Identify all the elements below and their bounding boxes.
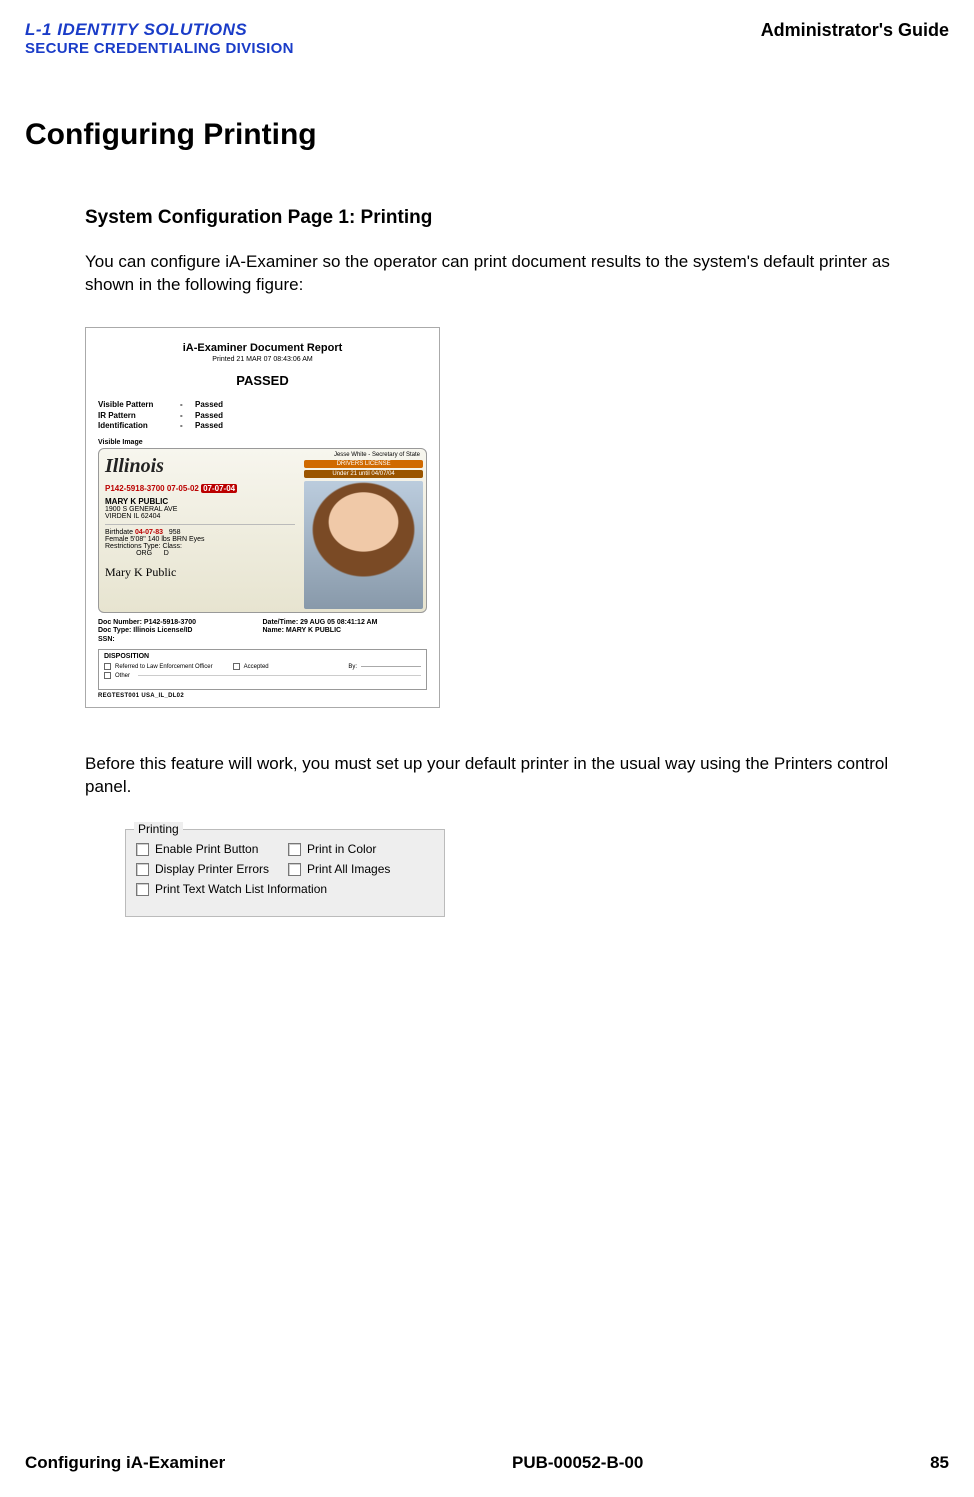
section-heading: System Configuration Page 1: Printing — [85, 207, 939, 229]
license-signature: Mary K Public — [105, 565, 295, 580]
result-label: IR Pattern — [98, 411, 180, 421]
disposition-title: DISPOSITION — [104, 653, 421, 660]
result-value: Passed — [195, 411, 223, 421]
logo-line-2: SECURE CREDENTIALING DIVISION — [25, 40, 294, 58]
result-value: Passed — [195, 400, 223, 410]
footer-section: Configuring iA-Examiner — [25, 1453, 225, 1473]
page-footer: Configuring iA-Examiner PUB-00052-B-00 8… — [25, 1453, 949, 1473]
checkbox-label: Enable Print Button — [155, 842, 258, 856]
license-number-line: P142-5918-3700 07-05-02 — [105, 484, 199, 493]
doc-type-label: Doc Type: — [98, 627, 131, 634]
checkbox-icon — [288, 863, 301, 876]
checkbox-label: Print Text Watch List Information — [155, 882, 327, 896]
license-state: Illinois — [105, 455, 295, 478]
report-status: PASSED — [98, 373, 427, 388]
checkbox-label: Print in Color — [307, 842, 376, 856]
ssn-label: SSN: — [98, 636, 427, 643]
followup-paragraph: Before this feature will work, you must … — [85, 753, 939, 799]
name-meta-value: MARY K PUBLIC — [286, 627, 341, 634]
checkbox-icon — [288, 843, 301, 856]
datetime-label: Date/Time: — [263, 619, 299, 626]
result-label: Identification — [98, 421, 180, 431]
document-report-figure: iA-Examiner Document Report Printed 21 M… — [85, 327, 440, 708]
checkbox-label: Print All Images — [307, 862, 390, 876]
footer-page-number: 85 — [930, 1453, 949, 1473]
secretary-of-state: Jesse White - Secretary of State — [304, 452, 423, 458]
result-label: Visible Pattern — [98, 400, 180, 410]
license-holder-name: MARY K PUBLIC — [105, 497, 295, 506]
datetime-value: 29 AUG 05 08:41:12 AM — [300, 619, 377, 626]
license-address-2: VIRDEN IL 62404 — [105, 513, 295, 520]
license-restrictions-labels: Restrictions Type: Class: — [105, 543, 295, 550]
checkbox-icon — [104, 663, 111, 670]
license-exp-tag: 07-07-04 — [201, 484, 237, 493]
license-address-1: 1900 S GENERAL AVE — [105, 506, 295, 513]
result-rows: Visible Pattern - Passed IR Pattern - Pa… — [98, 400, 427, 431]
disposition-option-2: Accepted — [244, 664, 269, 670]
checkbox-display-printer-errors[interactable]: Display Printer Errors — [136, 862, 282, 876]
birthdate-value: 04-07-83 — [135, 529, 163, 536]
report-title: iA-Examiner Document Report — [98, 342, 427, 354]
disposition-option-1: Referred to Law Enforcement Officer — [115, 664, 213, 670]
birthdate-label: Birthdate — [105, 529, 133, 536]
checkbox-icon — [136, 863, 149, 876]
sample-license-card: Illinois P142-5918-3700 07-05-02 07-07-0… — [98, 448, 427, 613]
doc-type-value: Illinois License/ID — [133, 627, 192, 634]
guide-title: Administrator's Guide — [761, 20, 949, 41]
page-title: Configuring Printing — [25, 118, 949, 152]
under21-banner: Under 21 until 04/07/04 — [304, 470, 423, 478]
disposition-option-3: Other — [115, 673, 130, 679]
license-ssn: 958 — [169, 529, 181, 536]
result-value: Passed — [195, 421, 223, 431]
doc-number-value: P142-5918-3700 — [144, 619, 196, 626]
page-header: L-1 IDENTITY SOLUTIONS SECURE CREDENTIAL… — [25, 20, 949, 58]
license-physical: Female 5'08" 140 lbs BRN Eyes — [105, 536, 295, 543]
report-metadata: Doc Number: P142-5918-3700 Date/Time: 29… — [98, 619, 427, 635]
footer-pubid: PUB-00052-B-00 — [512, 1453, 643, 1473]
brand-logo: L-1 IDENTITY SOLUTIONS SECURE CREDENTIAL… — [25, 20, 294, 58]
report-printed-line: Printed 21 MAR 07 08:43:06 AM — [98, 356, 427, 363]
main-content: Configuring Printing System Configuratio… — [25, 58, 949, 917]
report-footer-code: REGTEST001 USA_IL_DL02 — [98, 693, 427, 699]
checkbox-print-text-watch-list[interactable]: Print Text Watch List Information — [136, 882, 434, 896]
checkbox-icon — [136, 883, 149, 896]
license-restrictions-values: ORG D — [105, 550, 295, 557]
doc-number-label: Doc Number: — [98, 619, 142, 626]
checkbox-label: Display Printer Errors — [155, 862, 269, 876]
checkbox-print-in-color[interactable]: Print in Color — [288, 842, 434, 856]
checkbox-icon — [136, 843, 149, 856]
checkbox-print-all-images[interactable]: Print All Images — [288, 862, 434, 876]
name-meta-label: Name: — [263, 627, 284, 634]
by-label: By: — [348, 664, 357, 670]
intro-paragraph: You can configure iA-Examiner so the ope… — [85, 251, 939, 297]
checkbox-icon — [104, 672, 111, 679]
logo-line-1: L-1 IDENTITY SOLUTIONS — [25, 20, 294, 40]
license-photo — [304, 481, 423, 609]
checkbox-icon — [233, 663, 240, 670]
disposition-box: DISPOSITION Referred to Law Enforcement … — [98, 649, 427, 690]
checkbox-enable-print-button[interactable]: Enable Print Button — [136, 842, 282, 856]
visible-image-label: Visible Image — [98, 439, 427, 446]
printing-groupbox-figure: Printing Enable Print Button Print in Co… — [85, 829, 445, 917]
groupbox-legend: Printing — [134, 822, 183, 836]
drivers-license-banner: DRIVERS LICENSE — [304, 460, 423, 468]
